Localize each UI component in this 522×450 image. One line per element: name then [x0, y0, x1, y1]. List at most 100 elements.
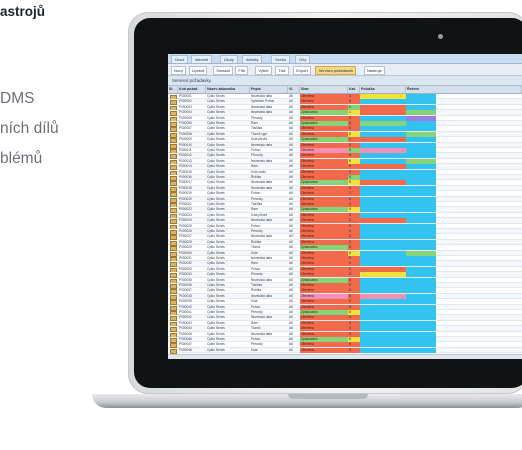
cell-popis: Nezávislá data — [251, 331, 272, 336]
cell-nzevzkaznka: Cyklo Servis — [207, 207, 225, 212]
cell-item — [360, 304, 406, 310]
cell-kdpoad: P000041 — [179, 310, 192, 314]
toolbar-button-7[interactable]: Servisní požadavek — [315, 66, 357, 75]
cell-nzevzkaznka: Cyklo Servis — [207, 202, 225, 206]
laptop: Úvod Intranet Úkoly Aktivity Servis Díly Nový… — [92, 12, 522, 408]
cell-nzevzkaznka: Cyklo Servis — [207, 234, 225, 239]
cell-category: B — [348, 250, 360, 256]
cell-vl: AK — [289, 185, 294, 190]
cell-vl: AK — [289, 261, 294, 266]
cell-nzevzkaznka: Cyklo Servis — [207, 131, 225, 136]
grid-title: Servisní požadavky — [172, 78, 212, 83]
column-header-7[interactable]: Položka — [360, 86, 406, 93]
cell-nzevzkaznka: Cyklo Servis — [207, 331, 225, 336]
app-tab-0[interactable]: Úvod — [171, 55, 189, 63]
cell-category: B — [348, 288, 360, 294]
toolbar-button-3[interactable]: Filtr — [235, 66, 249, 75]
cell-nzevzkaznka: Cyklo Servis — [207, 256, 225, 260]
cell-status: Otevřeno — [300, 153, 348, 159]
cell-status: Otevřeno — [300, 169, 348, 175]
cell-kdpoad: P000016 — [179, 175, 192, 179]
cell-kdpoad: P000036 — [179, 283, 192, 287]
cell-category: B — [348, 261, 360, 267]
app-screen: Úvod Intranet Úkoly Aktivity Servis Díly Nový… — [168, 54, 522, 359]
app-tab-2[interactable]: Úkoly — [219, 55, 238, 63]
toolbar-button-1[interactable]: Upravit — [188, 66, 208, 75]
cell-item — [360, 337, 406, 342]
cell-category: B — [348, 99, 360, 105]
cell-category: B — [348, 331, 360, 337]
cell-nzevzkaznka: Cyklo Servis — [207, 347, 225, 352]
column-header-0[interactable]: St — [168, 86, 178, 93]
cell-popis: Vyriešení Pohon — [251, 99, 275, 104]
table-row[interactable]: P000048 Cyklo Servis Kola AK Otevřeno B — [168, 347, 522, 354]
cell-resolution — [406, 137, 436, 143]
cell-vl: AK — [289, 158, 294, 163]
cell-status: Otevřeno — [300, 94, 348, 99]
cell-nzevzkaznka: Cyklo Servis — [207, 180, 225, 185]
toolbar-button-8[interactable]: Nástroje — [364, 66, 385, 75]
cell-resolution — [406, 261, 436, 267]
cell-vl: AK — [289, 175, 294, 179]
column-header-1[interactable]: Kód požad. — [178, 86, 206, 93]
cell-popis: Nezávislá data — [251, 218, 272, 223]
cell-status: Otevřeno — [300, 256, 348, 261]
cell-vl: AK — [289, 293, 294, 298]
cell-popis: Kola přední — [251, 212, 268, 217]
cell-item — [360, 196, 406, 202]
cell-kdpoad: P000038 — [179, 293, 192, 298]
cell-popis: Rám — [251, 121, 258, 125]
cell-category: B — [348, 104, 360, 110]
toolbar-button-6[interactable]: Export — [293, 66, 311, 75]
grid-header: St Kód požad. Název zákazníka Popis Vl. Stav K… — [168, 86, 522, 94]
cell-category: B — [348, 223, 360, 229]
marketing-line-1: DMS — [0, 90, 35, 107]
cell-resolution — [406, 99, 436, 105]
toolbar-button-2[interactable]: Smazat — [213, 66, 233, 75]
cell-item — [360, 326, 406, 332]
app-tab-3[interactable]: Aktivity — [241, 55, 263, 63]
cell-vl: AK — [289, 142, 294, 147]
cell-resolution — [406, 131, 436, 137]
app-tab-5[interactable]: Díly — [295, 55, 311, 63]
cell-kdpoad: P000046 — [179, 337, 192, 341]
column-header-2[interactable]: Název zákazníka — [206, 86, 250, 93]
cell-resolution — [406, 185, 436, 191]
cell-item — [360, 272, 406, 278]
cell-nzevzkaznka: Cyklo Servis — [207, 185, 225, 190]
cell-resolution — [406, 299, 436, 305]
cell-kdpoad: P000032 — [179, 261, 192, 266]
cell-popis: Rám — [251, 164, 258, 169]
toolbar-button-4[interactable]: Výběr — [255, 66, 272, 75]
cell-status: Otevřeno — [300, 229, 348, 234]
app-tab-1[interactable]: Intranet — [190, 55, 213, 63]
app-tab-4[interactable]: Servis — [271, 55, 291, 63]
column-header-3[interactable]: Popis — [250, 86, 288, 93]
toolbar-button-0[interactable]: Nový — [171, 66, 187, 75]
column-header-5[interactable]: Stav — [300, 86, 348, 93]
toolbar-button-5[interactable]: Tisk — [275, 66, 289, 75]
cell-status: Otevřeno — [300, 191, 348, 197]
cell-item — [360, 131, 406, 137]
cell-popis: Pohon — [251, 337, 261, 341]
cell-nzevzkaznka: Cyklo Servis — [207, 153, 225, 158]
cell-kdpoad: P000017 — [179, 180, 192, 185]
cell-item — [360, 229, 406, 234]
cell-resolution — [406, 94, 436, 99]
column-header-8[interactable]: Řešení — [406, 86, 522, 93]
cell-resolution — [406, 207, 436, 213]
cell-popis: Tlačítka — [251, 126, 263, 131]
cell-category: B — [348, 272, 360, 278]
cell-resolution — [406, 234, 436, 240]
marketing-line-2: ních dílů — [0, 120, 59, 137]
cell-status: Otevřeno — [300, 196, 348, 202]
cell-popis: Převody — [251, 196, 263, 201]
cell-item — [360, 315, 406, 321]
cell-vl: AK — [289, 104, 294, 109]
camera-icon — [438, 34, 443, 39]
column-header-4[interactable]: Vl. — [288, 86, 300, 93]
cell-category: B — [348, 126, 360, 132]
cell-resolution — [406, 250, 436, 256]
cell-item — [360, 277, 406, 283]
column-header-6[interactable]: Kat. — [348, 86, 360, 93]
